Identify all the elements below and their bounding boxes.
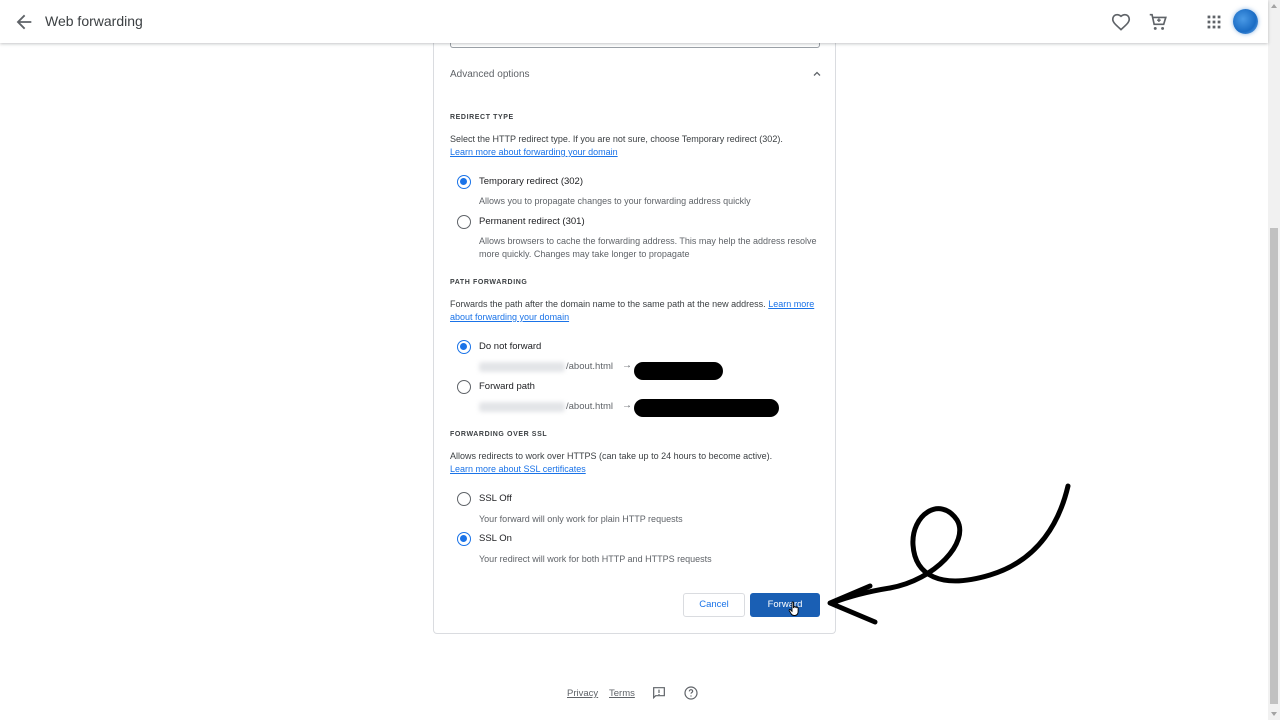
learn-more-forwarding-link[interactable]: Learn more about forwarding your domain xyxy=(450,147,618,157)
arrow-right-icon: → xyxy=(622,400,632,411)
page-title: Web forwarding xyxy=(45,13,143,29)
path-forwarding-description: Forwards the path after the domain name … xyxy=(450,298,820,324)
temporary-redirect-help: Allows you to propagate changes to your … xyxy=(479,196,751,206)
permanent-redirect-label: Permanent redirect (301) xyxy=(479,216,585,227)
annotation-arrow xyxy=(827,483,1071,625)
forwarding-form-card: Advanced options REDIRECT TYPE Select th… xyxy=(433,30,836,634)
path-example: /about.html xyxy=(566,361,613,372)
ssl-off-label: SSL Off xyxy=(479,493,512,504)
ssl-off-help: Your forward will only work for plain HT… xyxy=(479,514,683,524)
path-forwarding-heading: PATH FORWARDING xyxy=(450,279,528,286)
arrow-back-icon[interactable] xyxy=(13,11,35,33)
ssl-on-label: SSL On xyxy=(479,533,512,544)
privacy-link[interactable]: Privacy xyxy=(567,688,598,699)
help-icon[interactable] xyxy=(683,685,699,701)
app-bar: Web forwarding xyxy=(0,0,1268,43)
feedback-icon[interactable] xyxy=(651,685,667,701)
radio-permanent-redirect[interactable] xyxy=(457,215,471,229)
chevron-up-icon[interactable] xyxy=(811,68,823,80)
forward-path-label: Forward path xyxy=(479,381,535,392)
redacted-target xyxy=(634,362,723,380)
cart-icon[interactable] xyxy=(1147,11,1169,33)
terms-link[interactable]: Terms xyxy=(609,688,635,699)
permanent-redirect-help: Allows browsers to cache the forwarding … xyxy=(479,236,817,259)
page-scrollbar[interactable] xyxy=(1268,0,1280,720)
temporary-redirect-label: Temporary redirect (302) xyxy=(479,176,584,187)
redirect-type-text: Select the HTTP redirect type. If you ar… xyxy=(450,134,783,144)
ssl-description: Allows redirects to work over HTTPS (can… xyxy=(450,450,820,476)
blurred-domain xyxy=(479,362,565,372)
ssl-heading: FORWARDING OVER SSL xyxy=(450,431,548,438)
heart-icon[interactable] xyxy=(1110,11,1132,33)
forward-button[interactable]: Forward xyxy=(750,593,820,617)
path-example: /about.html xyxy=(566,401,613,412)
redacted-target xyxy=(634,399,779,417)
scroll-down-icon[interactable] xyxy=(1271,712,1277,716)
learn-more-ssl-link[interactable]: Learn more about SSL certificates xyxy=(450,464,586,474)
advanced-options-label[interactable]: Advanced options xyxy=(450,69,530,80)
scroll-up-icon[interactable] xyxy=(1271,4,1277,8)
redirect-type-heading: REDIRECT TYPE xyxy=(450,114,514,121)
blurred-domain xyxy=(479,402,565,412)
scrollbar-thumb[interactable] xyxy=(1270,228,1278,704)
apps-grid-icon[interactable] xyxy=(1203,11,1225,33)
ssl-on-help: Your redirect will work for both HTTP an… xyxy=(479,554,712,564)
radio-temporary-redirect[interactable] xyxy=(457,175,471,189)
arrow-right-icon: → xyxy=(622,360,632,371)
radio-ssl-off[interactable] xyxy=(457,492,471,506)
path-forwarding-text: Forwards the path after the domain name … xyxy=(450,299,766,309)
radio-ssl-on[interactable] xyxy=(457,532,471,546)
radio-do-not-forward[interactable] xyxy=(457,340,471,354)
ssl-text: Allows redirects to work over HTTPS (can… xyxy=(450,451,773,461)
hand-cursor-icon xyxy=(788,601,799,616)
account-avatar[interactable] xyxy=(1233,9,1258,34)
cancel-button[interactable]: Cancel xyxy=(683,593,745,617)
radio-forward-path[interactable] xyxy=(457,380,471,394)
do-not-forward-label: Do not forward xyxy=(479,341,542,352)
redirect-type-description: Select the HTTP redirect type. If you ar… xyxy=(450,133,820,159)
